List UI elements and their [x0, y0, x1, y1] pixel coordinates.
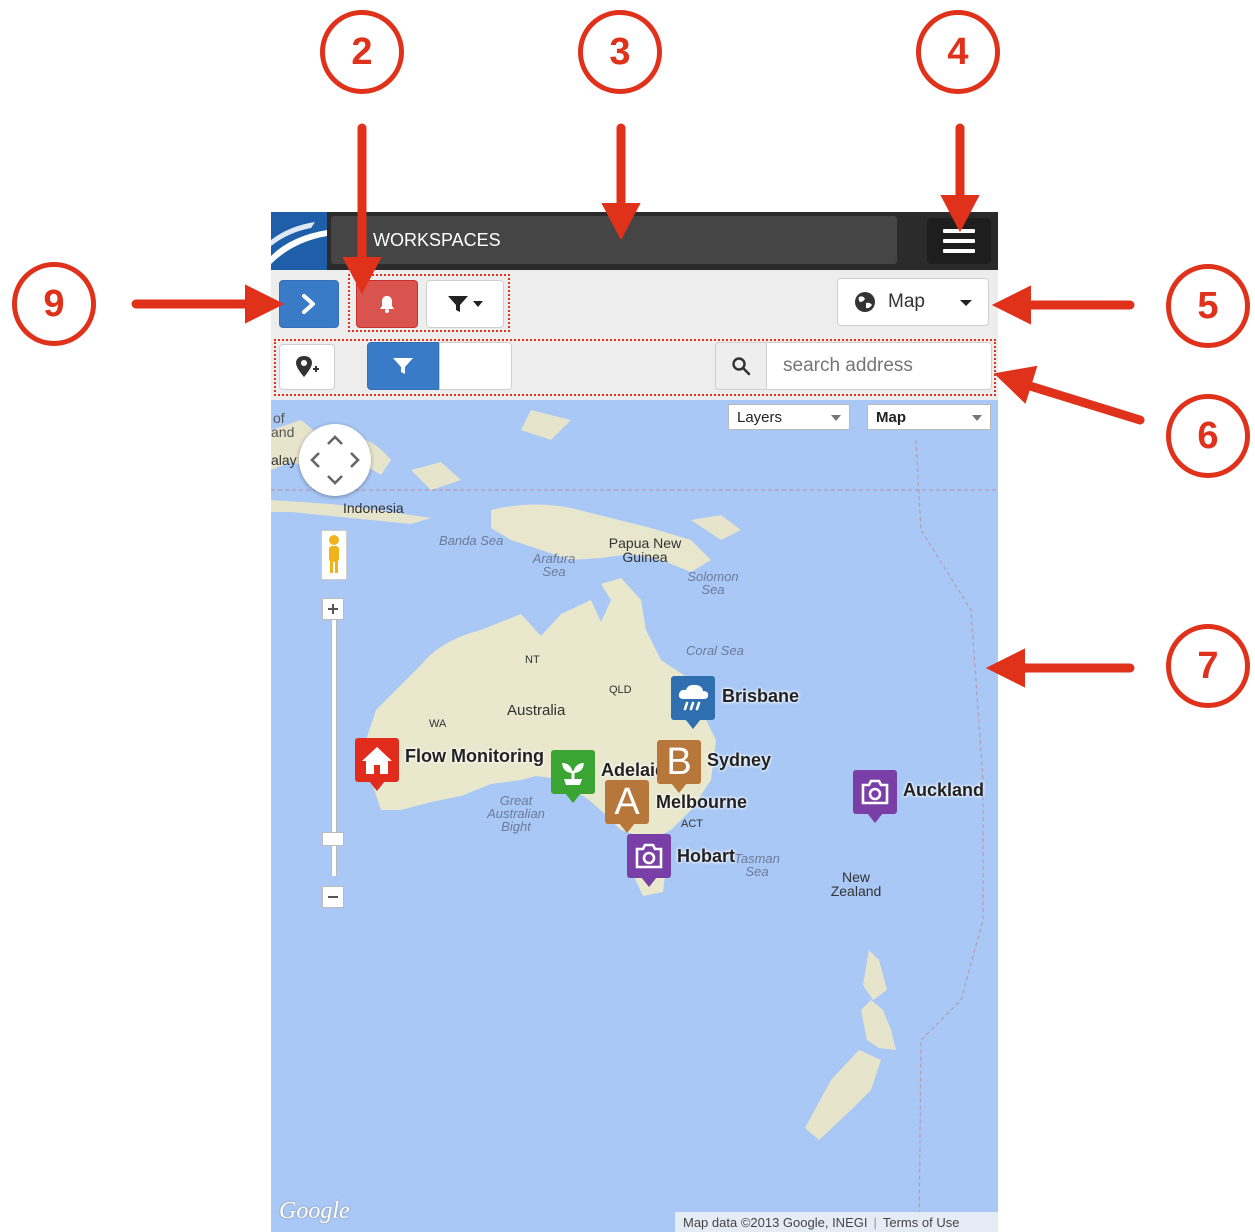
callout-6: 6 — [1166, 394, 1250, 478]
callout-7: 7 — [1166, 624, 1250, 708]
attribution-divider: | — [873, 1214, 877, 1230]
map-label-australia: Australia — [507, 702, 566, 719]
workspaces-bar[interactable]: WORKSPACES — [331, 216, 897, 264]
pan-left-icon — [310, 452, 320, 468]
map-view[interactable]: of and alay Indonesia Banda Sea Arafura … — [271, 400, 998, 1232]
map-label-edge-malay: alay — [271, 452, 297, 468]
globe-icon — [855, 292, 875, 312]
marker-label-hobart: Hobart — [677, 846, 735, 866]
add-location-pin-icon — [296, 356, 319, 377]
zoom-in-button[interactable] — [322, 598, 344, 620]
view-select[interactable]: Map — [837, 278, 989, 326]
app-screen: WORKSPACES Map search address of and ala… — [271, 212, 998, 1232]
map-label-new-zealand: New Zealand — [830, 869, 882, 899]
zoom-out-button[interactable] — [322, 886, 344, 908]
hamburger-line — [943, 239, 975, 243]
sidebar-toggle-button[interactable] — [279, 280, 339, 328]
add-location-button[interactable] — [279, 344, 335, 390]
marker-label-auckland: Auckland — [903, 780, 985, 800]
map-data-text: Map data ©2013 Google, INEGI — [683, 1214, 868, 1230]
main-toolbar: Map — [271, 270, 998, 338]
hamburger-line — [943, 249, 975, 253]
alerts-button[interactable] — [356, 280, 418, 328]
letter-a-icon: A — [605, 780, 649, 824]
letter-b-icon: B — [657, 740, 701, 784]
search-icon-button[interactable] — [715, 342, 767, 390]
zoom-slider-handle[interactable] — [322, 832, 344, 846]
marker-label-flow-monitoring: Flow Monitoring — [405, 746, 544, 766]
marker-auckland[interactable] — [853, 770, 897, 824]
terms-of-use-link[interactable]: Terms of Use — [883, 1215, 960, 1230]
top-bar: WORKSPACES — [271, 212, 998, 270]
callout-4: 4 — [916, 10, 1000, 94]
marker-label-melbourne: Melbourne — [656, 792, 748, 812]
chevron-right-icon — [302, 294, 315, 314]
map-label-qld: QLD — [609, 684, 632, 696]
caret-down-icon — [831, 415, 841, 421]
caret-down-icon — [960, 300, 972, 306]
hamburger-line — [943, 229, 975, 233]
callout-9: 9 — [12, 262, 96, 346]
search-address-input[interactable] — [766, 342, 992, 390]
caret-down-icon — [473, 301, 483, 307]
house-icon — [355, 738, 399, 782]
rain-cloud-icon — [671, 676, 715, 720]
marker-label-brisbane: Brisbane — [722, 686, 800, 706]
layers-select-label: Layers — [737, 409, 783, 426]
map-label-nt: NT — [525, 654, 540, 666]
map-toolbar — [271, 338, 998, 401]
callout-2: 2 — [320, 10, 404, 94]
map-label-solomon-sea: Solomon Sea — [687, 569, 739, 597]
map-label-indonesia: Indonesia — [343, 500, 404, 516]
map-label-coral-sea: Coral Sea — [686, 643, 744, 658]
marker-brisbane[interactable] — [671, 676, 715, 730]
pan-down-icon — [327, 475, 343, 485]
map-label-arafura-sea: Arafura Sea — [532, 551, 576, 579]
pan-right-icon — [350, 452, 360, 468]
plant-icon — [551, 750, 595, 794]
street-view-pegman-icon[interactable] — [321, 530, 347, 580]
map-label-edge-and: and — [271, 424, 295, 440]
hamburger-menu-button[interactable] — [927, 218, 991, 264]
plus-icon — [328, 604, 338, 614]
workspaces-title: WORKSPACES — [373, 230, 501, 250]
callout-3: 3 — [578, 10, 662, 94]
minus-icon — [328, 896, 338, 898]
marker-letter-b: B — [666, 740, 692, 783]
map-label-banda-sea: Banda Sea — [439, 533, 504, 548]
filter-dropdown-button[interactable] — [426, 280, 504, 328]
app-logo — [271, 212, 327, 270]
map-label-tasman-sea: Tasman Sea — [734, 851, 780, 879]
filter-icon — [448, 296, 468, 312]
view-select-label: Map — [888, 291, 925, 312]
map-label-act: ACT — [681, 818, 703, 830]
layers-select[interactable]: Layers — [728, 404, 850, 430]
caret-down-icon — [972, 415, 982, 421]
map-type-select[interactable]: Map — [867, 404, 991, 430]
marker-flow-monitoring[interactable] — [355, 738, 399, 792]
marker-label-sydney: Sydney — [707, 750, 772, 770]
filter-toggle-off-button[interactable] — [439, 342, 512, 390]
map-label-great-australian-bight: Great Australian Bight — [487, 793, 545, 834]
pan-up-icon — [327, 435, 343, 445]
marker-melbourne[interactable]: A — [605, 780, 649, 834]
marker-sydney[interactable]: B — [657, 740, 701, 794]
map-type-select-label: Map — [876, 409, 906, 426]
filter-icon — [393, 358, 413, 374]
callout-5: 5 — [1166, 264, 1250, 348]
google-logo: Google — [279, 1198, 350, 1224]
search-icon — [732, 357, 751, 376]
map-label-wa: WA — [429, 718, 447, 730]
camera-icon — [627, 834, 671, 878]
marker-adelaide[interactable] — [551, 750, 595, 804]
bell-icon — [380, 296, 394, 313]
pan-control[interactable] — [299, 424, 371, 496]
marker-letter-a: A — [614, 780, 640, 823]
filter-toggle-on-button[interactable] — [367, 342, 439, 390]
camera-icon — [853, 770, 897, 814]
marker-hobart[interactable] — [627, 834, 671, 888]
map-attribution: Map data ©2013 Google, INEGI | Terms of … — [675, 1212, 998, 1232]
map-label-png: Papua New Guinea — [608, 535, 682, 565]
